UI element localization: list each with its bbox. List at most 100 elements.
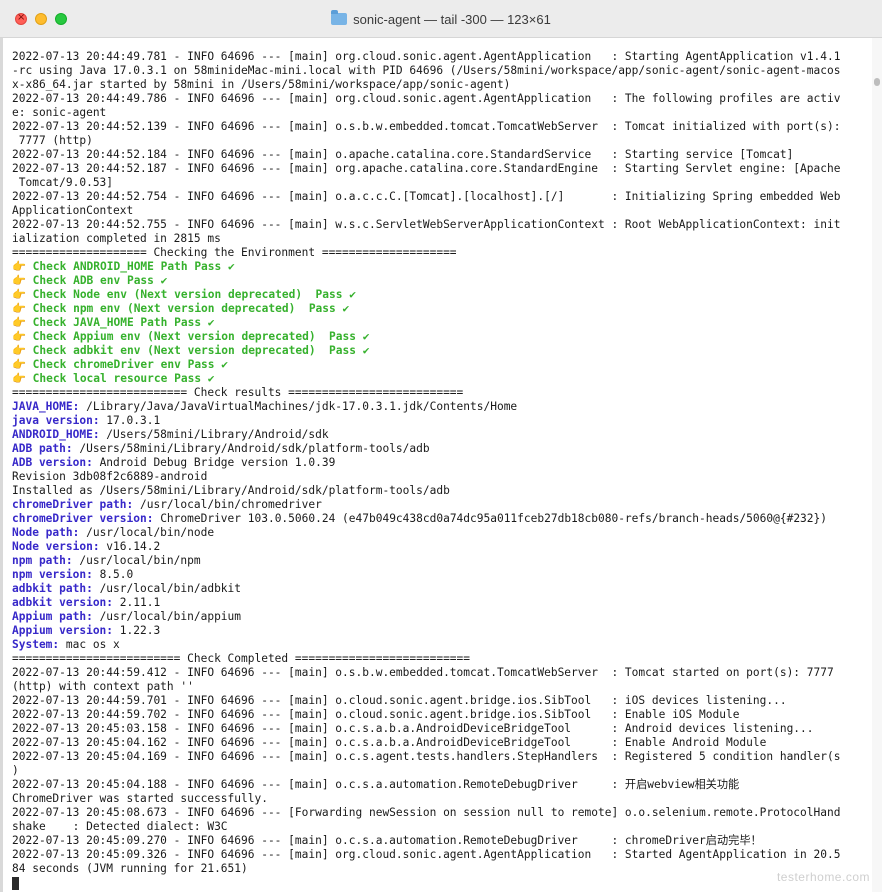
log-line: -rc using Java 17.0.3.1 on 58minideMac-m… [12,64,872,78]
log-text: 7777 (http) [12,134,93,147]
log-text: /usr/local/bin/appium [92,610,242,623]
window-edge [0,0,3,892]
log-text: 2022-07-13 20:45:09.326 - INFO 64696 ---… [12,848,841,861]
scrollbar[interactable] [872,38,882,892]
log-text: /Users/58mini/Library/Android/sdk [99,428,329,441]
log-text: 17.0.3.1 [99,414,161,427]
log-line: ApplicationContext [12,204,872,218]
log-line: ChromeDriver was started successfully. [12,792,872,806]
log-line: JAVA_HOME: /Library/Java/JavaVirtualMach… [12,400,872,414]
log-text: (http) with context path '' [12,680,194,693]
text-cursor [12,876,19,890]
log-text: 2022-07-13 20:45:04.169 - INFO 64696 ---… [12,750,841,763]
prompt-line[interactable] [12,876,872,890]
log-text: 8.5.0 [92,568,134,581]
log-text: Revision 3db08f2c6889-android [12,470,208,483]
log-key: ADB version: [12,456,93,469]
log-line: e: sonic-agent [12,106,872,120]
window-title-area: sonic-agent — tail -300 — 123×61 [0,0,882,38]
log-text: /Users/58mini/Library/Android/sdk/platfo… [72,442,430,455]
log-key: ANDROID_HOME: [12,428,100,441]
log-text: mac os x [59,638,120,651]
log-text: ========================== Check results… [12,386,464,399]
log-text: 2022-07-13 20:44:49.781 - INFO 64696 ---… [12,50,841,63]
log-text: 2022-07-13 20:44:52.184 - INFO 64696 ---… [12,148,794,161]
log-text: 2.11.1 [113,596,161,609]
log-text: 2022-07-13 20:44:52.187 - INFO 64696 ---… [12,162,841,175]
log-line: java version: 17.0.3.1 [12,414,872,428]
log-text: 2022-07-13 20:44:49.786 - INFO 64696 ---… [12,92,841,105]
log-key: adbkit version: [12,596,114,609]
log-line: 👉 Check adbkit env (Next version depreca… [12,344,872,358]
log-text: 2022-07-13 20:44:52.755 - INFO 64696 ---… [12,218,841,231]
log-text: ialization completed in 2815 ms [12,232,221,245]
log-line: 2022-07-13 20:45:04.188 - INFO 64696 ---… [12,778,872,792]
log-key: Node path: [12,526,80,539]
log-line: System: mac os x [12,638,872,652]
log-key: Appium version: [12,624,114,637]
log-text: 2022-07-13 20:44:59.701 - INFO 64696 ---… [12,694,787,707]
log-text: ==================== Checking the Enviro… [12,246,457,259]
folder-icon [331,10,348,25]
log-text: ChromeDriver 103.0.5060.24 (e47b049c438c… [153,512,827,525]
log-line: adbkit version: 2.11.1 [12,596,872,610]
log-line: 👉 Check npm env (Next version deprecated… [12,302,872,316]
log-line: chromeDriver version: ChromeDriver 103.0… [12,512,872,526]
log-text: Android Debug Bridge version 1.0.39 [92,456,336,469]
log-line: 👉 Check local resource Pass ✔ [12,372,872,386]
log-text: 👉 Check Appium env (Next version depreca… [12,330,370,343]
log-line: ialization completed in 2815 ms [12,232,872,246]
log-text: 2022-07-13 20:44:59.412 - INFO 64696 ---… [12,666,834,679]
log-line: ANDROID_HOME: /Users/58mini/Library/Andr… [12,428,872,442]
log-text: 2022-07-13 20:45:04.188 - INFO 64696 ---… [12,778,740,791]
log-text: e: sonic-agent [12,106,107,119]
log-text: 👉 Check ADB env Pass ✔ [12,274,168,287]
log-key: Node version: [12,540,100,553]
log-line: Installed as /Users/58mini/Library/Andro… [12,484,872,498]
log-text: 👉 Check JAVA_HOME Path Pass ✔ [12,316,215,329]
terminal-output[interactable]: 2022-07-13 20:44:49.781 - INFO 64696 ---… [12,50,872,890]
log-line: x-x86_64.jar started by 58mini in /Users… [12,78,872,92]
log-line: ========================= Check Complete… [12,652,872,666]
log-line: ADB version: Android Debug Bridge versio… [12,456,872,470]
log-line: 84 seconds (JVM running for 21.651) [12,862,872,876]
log-key: Appium path: [12,610,93,623]
log-line: 2022-07-13 20:45:03.158 - INFO 64696 ---… [12,722,872,736]
log-line: 2022-07-13 20:44:52.187 - INFO 64696 ---… [12,162,872,176]
log-text: Tomcat/9.0.53] [12,176,114,189]
log-line: 2022-07-13 20:44:59.412 - INFO 64696 ---… [12,666,872,680]
log-line: Revision 3db08f2c6889-android [12,470,872,484]
log-text: ========================= Check Complete… [12,652,471,665]
log-line: 👉 Check ANDROID_HOME Path Pass ✔ [12,260,872,274]
log-line: adbkit path: /usr/local/bin/adbkit [12,582,872,596]
log-line: 2022-07-13 20:44:52.139 - INFO 64696 ---… [12,120,872,134]
log-key: npm version: [12,568,93,581]
log-line: ==================== Checking the Enviro… [12,246,872,260]
log-text: 2022-07-13 20:44:52.754 - INFO 64696 ---… [12,190,841,203]
log-line: 2022-07-13 20:45:09.326 - INFO 64696 ---… [12,848,872,862]
log-text: 👉 Check npm env (Next version deprecated… [12,302,350,315]
log-line: ADB path: /Users/58mini/Library/Android/… [12,442,872,456]
title-bar[interactable]: × sonic-agent — tail -300 — 123×61 [0,0,882,38]
window-title: sonic-agent — tail -300 — 123×61 [353,11,551,27]
log-text: v16.14.2 [99,540,161,553]
log-line: 2022-07-13 20:45:08.673 - INFO 64696 ---… [12,806,872,820]
log-line: shake : Detected dialect: W3C [12,820,872,834]
log-text: 👉 Check ANDROID_HOME Path Pass ✔ [12,260,235,273]
log-key: ADB path: [12,442,73,455]
log-text: 2022-07-13 20:44:52.139 - INFO 64696 ---… [12,120,841,133]
log-line: 2022-07-13 20:45:04.169 - INFO 64696 ---… [12,750,872,764]
log-line: npm path: /usr/local/bin/npm [12,554,872,568]
log-line: 7777 (http) [12,134,872,148]
log-text: 👉 Check adbkit env (Next version depreca… [12,344,370,357]
log-line: Node path: /usr/local/bin/node [12,526,872,540]
scrollbar-thumb[interactable] [874,78,880,86]
log-line: 2022-07-13 20:44:52.184 - INFO 64696 ---… [12,148,872,162]
log-line: Appium version: 1.22.3 [12,624,872,638]
log-text: ApplicationContext [12,204,134,217]
log-line: ) [12,764,872,778]
log-line: 👉 Check JAVA_HOME Path Pass ✔ [12,316,872,330]
log-line: Appium path: /usr/local/bin/appium [12,610,872,624]
log-line: 👉 Check chromeDriver env Pass ✔ [12,358,872,372]
log-line: 2022-07-13 20:44:49.781 - INFO 64696 ---… [12,50,872,64]
